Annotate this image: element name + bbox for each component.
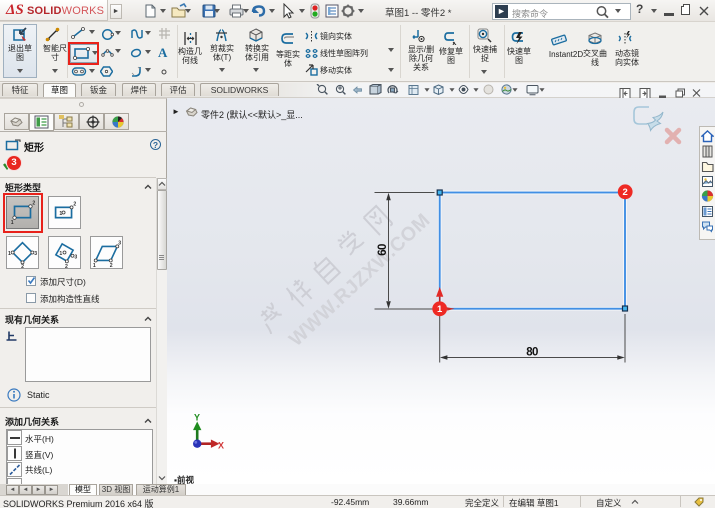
svg-text:80: 80 — [526, 346, 538, 358]
svg-text:X: X — [218, 441, 224, 451]
svg-text:2: 2 — [73, 201, 76, 207]
svg-text:3: 3 — [34, 251, 37, 257]
svg-text:3: 3 — [74, 255, 77, 261]
svg-text:Y: Y — [194, 413, 200, 423]
svg-text:2: 2 — [623, 187, 628, 198]
svg-text:2: 2 — [21, 264, 24, 268]
svg-text:1: 1 — [93, 263, 96, 268]
svg-text:1: 1 — [59, 211, 62, 217]
svg-text:1: 1 — [59, 251, 62, 257]
svg-text:WWW.RJZXW.COM: WWW.RJZXW.COM — [285, 209, 435, 351]
svg-text:3: 3 — [118, 241, 121, 247]
svg-text:2: 2 — [110, 263, 113, 268]
svg-text:60: 60 — [377, 244, 389, 256]
svg-text:2: 2 — [65, 264, 68, 268]
svg-text:1: 1 — [8, 251, 11, 257]
svg-text:1: 1 — [437, 304, 443, 315]
